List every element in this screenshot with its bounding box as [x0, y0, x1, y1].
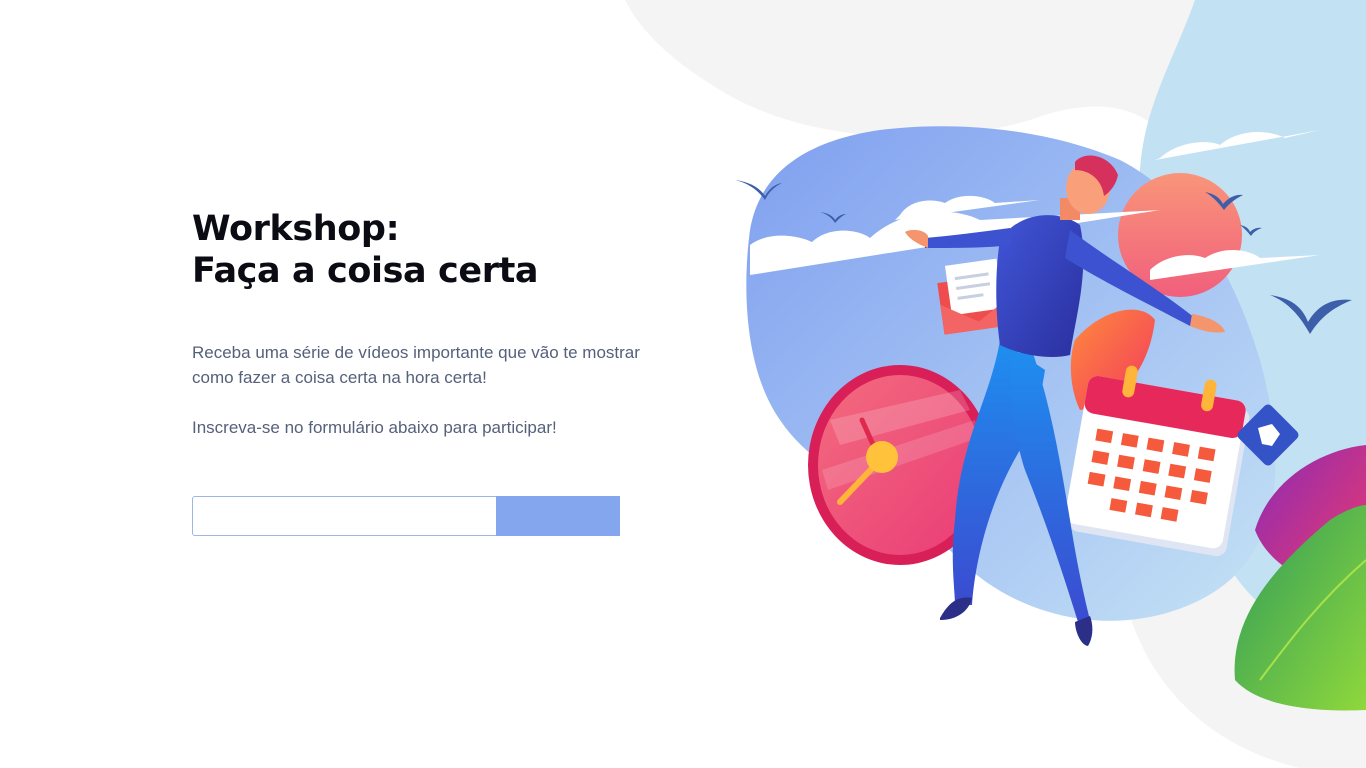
description: Receba uma série de vídeos importante qu…: [192, 340, 662, 440]
email-input[interactable]: [192, 496, 496, 536]
page-title: Workshop: Faça a coisa certa: [192, 208, 662, 292]
title-line-2: Faça a coisa certa: [192, 251, 539, 291]
signup-form: [192, 496, 620, 536]
landing-page: Workshop: Faça a coisa certa Receba uma …: [0, 0, 1366, 768]
description-paragraph-2: Inscreva-se no formulário abaixo para pa…: [192, 418, 557, 437]
hero-text-block: Workshop: Faça a coisa certa Receba uma …: [192, 208, 662, 440]
description-paragraph-1: Receba uma série de vídeos importante qu…: [192, 343, 640, 387]
title-line-1: Workshop:: [192, 209, 400, 249]
submit-button[interactable]: [496, 496, 620, 536]
